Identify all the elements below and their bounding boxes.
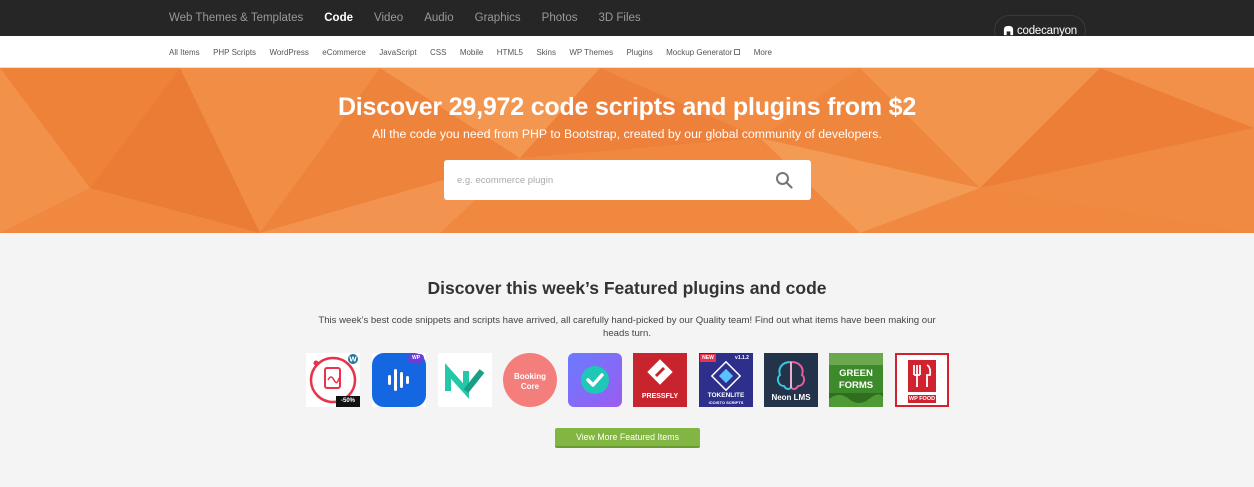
checkmark-app-thumbnail	[568, 353, 622, 407]
nav-audio[interactable]: Audio	[424, 12, 453, 24]
subnav-more[interactable]: More	[754, 48, 772, 57]
nav-video[interactable]: Video	[374, 12, 403, 24]
subnav-all-items[interactable]: All Items	[169, 48, 200, 57]
token-subtitle: ICO/STO SCRIPTS	[708, 400, 744, 405]
featured-item-neon-lms[interactable]: Neon LMS	[764, 353, 818, 407]
token-name: TOKENLITE	[707, 392, 745, 399]
search-icon[interactable]	[775, 171, 793, 189]
featured-item-green-forms[interactable]: GREEN FORMS	[829, 353, 883, 407]
nav-code[interactable]: Code	[324, 12, 353, 24]
nav-graphics[interactable]: Graphics	[475, 12, 521, 24]
subnav-php-scripts[interactable]: PHP Scripts	[213, 48, 256, 57]
hero-subtitle: All the code you need from PHP to Bootst…	[372, 127, 882, 141]
wp-food-label: WP FOOD	[908, 396, 936, 402]
pressfly-label: PRESSFLY	[641, 393, 679, 400]
n-logo-thumbnail	[438, 353, 492, 407]
featured-item-wp-food[interactable]: WP FOOD	[895, 353, 949, 407]
green-forms-line2: FORMS	[838, 380, 874, 391]
subcategory-bar: All Items PHP Scripts WordPress eCommerc…	[0, 36, 1254, 68]
hero-banner: Discover 29,972 code scripts and plugins…	[0, 68, 1254, 233]
booking-title-line2: Core	[520, 382, 540, 391]
featured-item-pressfly[interactable]: PRESSFLY	[633, 353, 687, 407]
category-nav: Web Themes & Templates Code Video Audio …	[169, 0, 662, 36]
subnav-wp-themes[interactable]: WP Themes	[569, 48, 613, 57]
subnav-css[interactable]: CSS	[430, 48, 446, 57]
featured-description: This week’s best code snippets and scrip…	[318, 315, 936, 339]
nav-photos[interactable]: Photos	[542, 12, 578, 24]
wp-badge: WP	[411, 355, 421, 361]
green-forms-line1: GREEN	[839, 368, 873, 379]
featured-item-booking-core[interactable]: Booking Core	[503, 353, 557, 407]
featured-item-audio-app[interactable]: WP	[372, 353, 426, 407]
booking-title-line1: Booking	[514, 372, 546, 381]
nav-3d-files[interactable]: 3D Files	[598, 12, 640, 24]
token-version: v1.1.2	[735, 355, 749, 361]
discount-badge: -50%	[340, 398, 355, 404]
neon-lms-label: Neon LMS	[771, 393, 811, 402]
search-input[interactable]	[457, 160, 757, 200]
codecanyon-logo-icon	[1003, 25, 1014, 36]
hero-title: Discover 29,972 code scripts and plugins…	[337, 93, 917, 121]
subnav-plugins[interactable]: Plugins	[626, 48, 652, 57]
search-box	[444, 160, 811, 200]
featured-item-n-logo[interactable]	[438, 353, 492, 407]
subnav-html5[interactable]: HTML5	[497, 48, 523, 57]
logo-text: codecanyon	[1016, 24, 1078, 37]
subcategory-nav: All Items PHP Scripts WordPress eCommerc…	[169, 36, 785, 68]
token-new-badge: NEW	[702, 355, 714, 361]
subnav-wordpress[interactable]: WordPress	[269, 48, 308, 57]
subnav-javascript[interactable]: JavaScript	[379, 48, 416, 57]
subnav-mobile[interactable]: Mobile	[460, 48, 484, 57]
featured-title: Discover this week’s Featured plugins an…	[427, 278, 827, 298]
audio-app-thumbnail	[372, 353, 426, 407]
svg-text:W: W	[349, 356, 357, 364]
featured-item-document-plugin[interactable]: W -50%	[306, 353, 360, 407]
featured-item-checkmark-app[interactable]	[568, 353, 622, 407]
view-more-featured-button[interactable]: View More Featured Items	[555, 428, 700, 448]
subnav-ecommerce[interactable]: eCommerce	[322, 48, 366, 57]
external-link-icon	[734, 49, 741, 55]
subnav-mockup-generator[interactable]: Mockup Generator	[666, 47, 741, 57]
subnav-skins[interactable]: Skins	[536, 48, 556, 57]
featured-item-tokenlite[interactable]: NEW v1.1.2 TOKENLITE ICO/STO SCRIPTS	[699, 353, 753, 407]
mockup-generator-label: Mockup Generator	[666, 47, 733, 57]
nav-web-themes[interactable]: Web Themes & Templates	[169, 12, 303, 24]
